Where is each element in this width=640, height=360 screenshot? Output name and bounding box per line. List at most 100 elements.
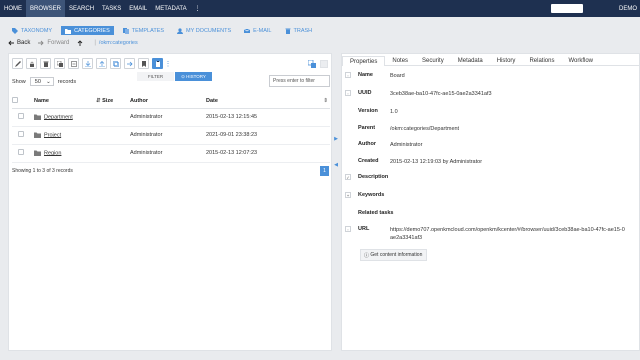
- row-checkbox[interactable]: [18, 113, 24, 119]
- menu-metadata[interactable]: METADATA: [151, 0, 190, 17]
- arrow-right-icon: [38, 40, 44, 46]
- grid-view-icon[interactable]: [308, 60, 316, 68]
- prop-keywords-key: Keywords: [358, 192, 385, 198]
- tab-workflow[interactable]: Workflow: [561, 56, 600, 66]
- send-button[interactable]: [124, 58, 135, 69]
- tab-properties[interactable]: Properties: [342, 56, 386, 66]
- prop-url-key: URL: [358, 226, 370, 232]
- top-menu-bar: HOME BROWSER SEARCH TASKS EMAIL METADATA…: [0, 0, 640, 17]
- prop-author-row: Author Administrator: [345, 141, 630, 149]
- col-name[interactable]: Name: [34, 94, 96, 109]
- tab-categories-label: CATEGORIES: [74, 27, 110, 34]
- filter-tab[interactable]: FILTER: [137, 72, 174, 81]
- move-icon: [70, 60, 77, 67]
- back-button[interactable]: Back: [8, 40, 30, 46]
- table-row[interactable]: Region Administrator 2015-02-13 12:07:23: [12, 144, 330, 163]
- forward-button[interactable]: Forward: [38, 40, 69, 46]
- edit-description-icon[interactable]: ✓: [345, 174, 351, 180]
- main-menu: HOME BROWSER SEARCH TASKS EMAIL METADATA…: [0, 0, 205, 17]
- folder-icon: [34, 114, 41, 120]
- records-info: Showing 1 to 3 of 3 records: [12, 168, 73, 174]
- get-content-information-button[interactable]: ⓘ Get content information: [360, 249, 427, 261]
- tab-taxonomy[interactable]: TAXONOMY: [8, 26, 56, 35]
- documents-table: Name ⇵ Size Author Date ⇕ Department Admi…: [12, 94, 330, 163]
- delete-button[interactable]: [40, 58, 51, 69]
- duplicate-button[interactable]: [110, 58, 121, 69]
- copy-button[interactable]: [54, 58, 65, 69]
- clipboard-button[interactable]: [152, 58, 163, 69]
- edit-button[interactable]: [12, 58, 23, 69]
- menu-more-icon[interactable]: ⋮: [191, 0, 205, 17]
- tab-my-documents-label: MY DOCUMENTS: [186, 27, 232, 34]
- arrow-up-icon: [78, 40, 83, 46]
- tab-relations[interactable]: Relations: [522, 56, 561, 66]
- records-label: records: [57, 78, 77, 85]
- tab-templates[interactable]: TEMPLATES: [119, 26, 168, 35]
- menu-email[interactable]: EMAIL: [125, 0, 151, 17]
- table-row[interactable]: Project Administrator 2021-09-01 23:38:2…: [12, 126, 330, 145]
- prop-url-value[interactable]: https://demo707.openkmcloud.com/openkm/k…: [390, 226, 625, 242]
- tab-email[interactable]: E-MAIL: [240, 26, 275, 35]
- get-content-label: Get content information: [370, 252, 423, 258]
- more-actions-icon[interactable]: ⋮: [165, 58, 172, 69]
- row-name-link[interactable]: Region: [44, 150, 61, 156]
- tab-templates-label: TEMPLATES: [131, 27, 165, 34]
- tab-notes[interactable]: Notes: [385, 56, 415, 66]
- tab-history[interactable]: History: [490, 56, 523, 66]
- list-view-icon[interactable]: [320, 60, 328, 68]
- prop-parent-value: /okm:categories/Department: [390, 126, 460, 132]
- copy-url-icon[interactable]: ▫: [345, 226, 351, 232]
- row-name-link[interactable]: Department: [44, 114, 73, 120]
- page-size-select[interactable]: 50 ⌄: [29, 77, 54, 86]
- download-button[interactable]: [82, 58, 93, 69]
- up-button[interactable]: [77, 40, 86, 46]
- row-name-link[interactable]: Project: [44, 132, 61, 138]
- panel-splitter[interactable]: ▶ ◀: [332, 136, 340, 168]
- lock-button[interactable]: [26, 58, 37, 69]
- col-date[interactable]: Date ⇕: [206, 94, 330, 109]
- tab-trash[interactable]: TRASH: [281, 26, 317, 35]
- global-search-input[interactable]: [551, 4, 583, 13]
- row-checkbox[interactable]: [18, 131, 24, 137]
- back-label: Back: [17, 40, 31, 46]
- history-tab-label: HISTORY: [186, 74, 206, 79]
- prop-name-row: ▫ Name Board: [345, 72, 630, 80]
- expand-left-icon[interactable]: ◀: [334, 162, 338, 168]
- menu-tasks[interactable]: TASKS: [98, 0, 125, 17]
- edit-keywords-icon[interactable]: +: [345, 192, 351, 198]
- user-menu[interactable]: DEMO: [619, 0, 637, 17]
- tag-icon: [12, 27, 18, 34]
- menu-home[interactable]: HOME: [0, 0, 26, 17]
- row-checkbox[interactable]: [18, 149, 24, 155]
- col-author[interactable]: Author: [130, 94, 206, 109]
- menu-browser[interactable]: BROWSER: [26, 0, 66, 17]
- upload-button[interactable]: [96, 58, 107, 69]
- history-tab[interactable]: ⊙ HISTORY: [175, 72, 212, 81]
- prop-version-key: Version: [358, 108, 378, 114]
- tab-my-documents[interactable]: MY DOCUMENTS: [173, 26, 235, 35]
- tab-security[interactable]: Security: [415, 56, 451, 66]
- bookmark-button[interactable]: [138, 58, 149, 69]
- page-1-button[interactable]: 1: [320, 166, 329, 176]
- current-path[interactable]: /okm:categories: [99, 40, 138, 46]
- menu-search[interactable]: SEARCH: [65, 0, 98, 17]
- trash-icon: [43, 61, 48, 67]
- forward-label: Forward: [47, 40, 70, 46]
- trash-icon: [285, 28, 291, 34]
- col-size[interactable]: ⇵ Size: [96, 94, 130, 109]
- tab-trash-label: TRASH: [293, 27, 313, 34]
- copy-icon[interactable]: ▫: [345, 72, 351, 78]
- table-filter-input[interactable]: Press enter to filter: [269, 75, 330, 87]
- prop-version-row: Version 1.0: [345, 108, 630, 116]
- tab-metadata[interactable]: Metadata: [451, 56, 490, 66]
- copy-icon[interactable]: ▫: [345, 90, 351, 96]
- move-button[interactable]: [68, 58, 79, 69]
- prop-created-value: 2015-02-13 12:19:03 by Administrator: [390, 159, 483, 165]
- select-all-checkbox[interactable]: [12, 96, 18, 103]
- table-row[interactable]: Department Administrator 2015-02-13 12:1…: [12, 108, 330, 127]
- expand-right-icon[interactable]: ▶: [334, 136, 338, 142]
- template-icon: [122, 27, 129, 34]
- tab-categories[interactable]: CATEGORIES: [61, 26, 114, 35]
- prop-version-value: 1.0: [390, 109, 398, 115]
- row-date: 2015-02-13 12:15:45: [206, 108, 330, 127]
